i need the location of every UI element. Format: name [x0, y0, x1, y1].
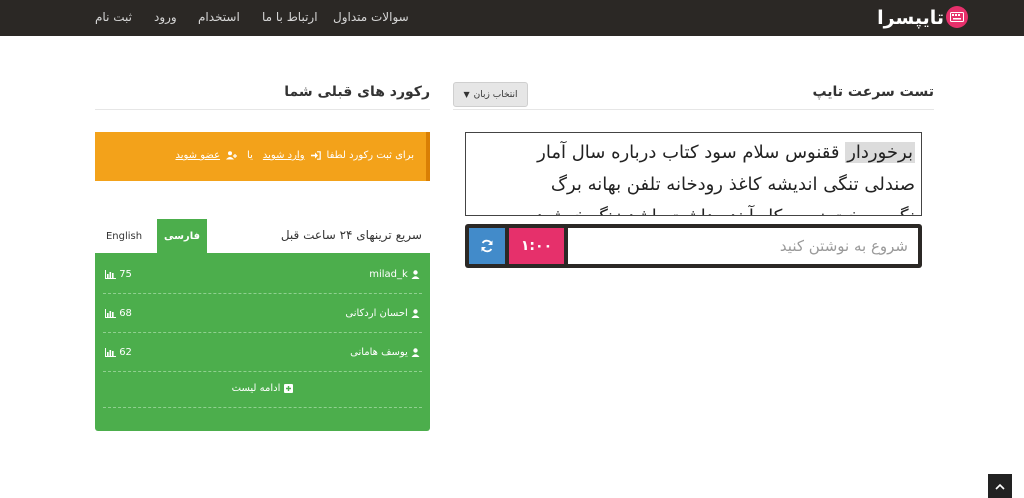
- keyboard-icon: [946, 6, 968, 28]
- alert-prefix: برای ثبت رکورد لطفا: [326, 150, 414, 161]
- refresh-icon: [481, 239, 493, 253]
- scroll-to-top-button[interactable]: [988, 474, 1012, 498]
- add-user-icon: [226, 151, 238, 160]
- brand-logo[interactable]: تایپسرا: [877, 5, 968, 31]
- language-select-label: انتخاب زبان: [473, 89, 518, 100]
- countdown-timer: ۱:۰۰: [509, 228, 564, 264]
- plus-square-icon: [284, 383, 294, 393]
- typing-text: برخوردار ققنوس سلام سود کتاب درباره سال …: [470, 137, 915, 215]
- chevron-up-icon: [995, 483, 1005, 490]
- typing-text-box: برخوردار ققنوس سلام سود کتاب درباره سال …: [465, 132, 922, 216]
- nav-faq-link[interactable]: سوالات متداول: [333, 10, 409, 24]
- user-icon: [411, 308, 420, 318]
- active-word: برخوردار: [845, 142, 915, 163]
- nav-login-link[interactable]: ورود: [154, 10, 177, 24]
- register-link[interactable]: عضو شوید: [175, 150, 220, 161]
- language-select-button[interactable]: انتخاب زبان ▼: [453, 82, 528, 107]
- user-icon: [411, 269, 420, 279]
- restart-button[interactable]: [469, 228, 505, 264]
- nav-signup-link[interactable]: ثبت نام: [95, 10, 132, 24]
- typing-title-divider: [453, 109, 934, 110]
- login-link[interactable]: وارد شوید: [263, 150, 305, 161]
- nav-hiring-link[interactable]: استخدام: [198, 10, 240, 24]
- bar-chart-icon: [105, 269, 116, 279]
- brand-name: تایپسرا: [877, 7, 944, 29]
- user-icon: [411, 347, 420, 357]
- records-title-divider: [95, 109, 430, 110]
- leaderboard-user: milad_k: [369, 269, 408, 280]
- leaderboard-row: milad_k 75: [103, 255, 422, 294]
- chevron-down-icon: ▼: [463, 90, 470, 99]
- leaderboard-score: 62: [119, 347, 132, 358]
- tab-english[interactable]: English: [95, 219, 153, 253]
- bar-chart-icon: [105, 347, 116, 357]
- leaderboard-score: 75: [119, 269, 132, 280]
- alert-or: یا: [247, 150, 253, 161]
- leaderboard-title: سریع ترینهای ۲۴ ساعت قبل: [280, 228, 422, 242]
- show-more-label: ادامه لیست: [231, 382, 281, 394]
- leaderboard-score: 68: [119, 308, 132, 319]
- text-line-2: صندلی تنگی اندیشه کاغذ رودخانه تلفن بهان…: [550, 174, 915, 195]
- leaderboard-user: یوسف هامانی: [350, 347, 408, 358]
- records-title: رکورد های قبلی شما: [284, 84, 430, 100]
- text-line-1: ققنوس سلام سود کتاب درباره سال آمار: [537, 142, 846, 163]
- text-line-3: نگر سوخت زمین کار آینده داشت باشد زنگ خو…: [536, 206, 915, 215]
- leaderboard-row: یوسف هامانی 62: [103, 333, 422, 372]
- typing-input[interactable]: [568, 228, 918, 264]
- leaderboard-row: احسان اردکانی 68: [103, 294, 422, 333]
- sign-in-icon: [310, 151, 321, 160]
- typing-test-title: تست سرعت تایپ: [812, 84, 934, 100]
- show-more-button[interactable]: ادامه لیست: [103, 369, 422, 408]
- leaderboard-list: milad_k 75 احسان اردکانی 68 یوسف هامانی …: [95, 253, 430, 431]
- bar-chart-icon: [105, 308, 116, 318]
- login-prompt-alert: برای ثبت رکورد لطفا وارد شوید یا عضو شوی…: [95, 132, 430, 181]
- nav-contact-link[interactable]: ارتباط با ما: [262, 10, 318, 24]
- top-navbar: ثبت نام ورود استخدام ارتباط با ما سوالات…: [0, 0, 1024, 36]
- tab-persian[interactable]: فارسی: [157, 219, 207, 253]
- leaderboard-user: احسان اردکانی: [345, 308, 408, 319]
- typing-input-bar: ۱:۰۰: [465, 224, 922, 268]
- leaderboard-header: سریع ترینهای ۲۴ ساعت قبل فارسی English: [95, 219, 430, 254]
